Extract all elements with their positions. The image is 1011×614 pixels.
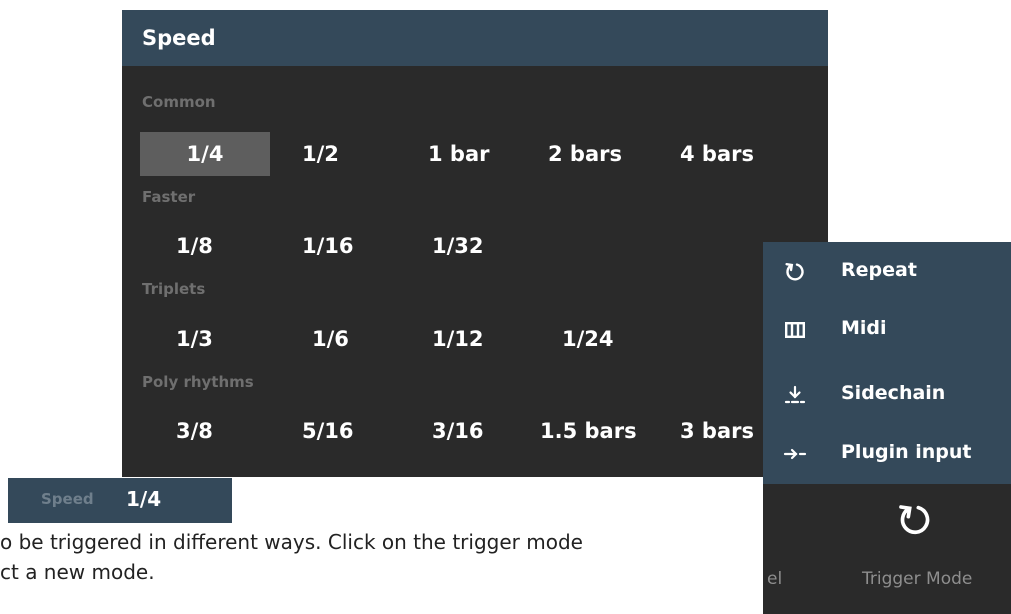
speed-option-1-12[interactable]: 1/12 [432, 319, 484, 359]
speed-option-1-24[interactable]: 1/24 [562, 319, 614, 359]
trigger-option-sidechain[interactable]: Sidechain [763, 365, 1011, 423]
speed-option-1-bar[interactable]: 1 bar [428, 134, 489, 174]
speed-option-3-8[interactable]: 3/8 [176, 411, 213, 451]
category-label-faster: Faster [142, 188, 196, 206]
trigger-mode-menu: Repeat Midi Sidechain Plugin input [763, 242, 1011, 484]
speed-option-3-16[interactable]: 3/16 [432, 411, 484, 451]
speed-panel-title: Speed [122, 10, 828, 66]
speed-control-label: Speed [41, 490, 94, 508]
trigger-option-label: Plugin input [841, 441, 972, 463]
instruction-line-2: ct a new mode. [0, 560, 155, 584]
speed-option-1-3[interactable]: 1/3 [176, 319, 213, 359]
piano-keys-icon [783, 318, 807, 342]
instruction-text: o be triggered in different ways. Click … [0, 527, 583, 587]
trigger-option-label: Midi [841, 317, 887, 339]
trigger-mode-label: Trigger Mode [862, 569, 973, 589]
speed-option-1-16[interactable]: 1/16 [302, 226, 354, 266]
speed-control[interactable]: Speed 1/4 [8, 478, 232, 523]
trigger-option-label: Repeat [841, 259, 917, 281]
category-label-triplets: Triplets [142, 280, 206, 298]
trigger-option-midi[interactable]: Midi [763, 300, 1011, 358]
sidechain-icon [783, 383, 807, 407]
category-label-poly-rhythms: Poly rhythms [142, 373, 254, 391]
trigger-mode-control[interactable]: el Trigger Mode [763, 484, 1011, 614]
speed-control-value: 1/4 [126, 487, 162, 511]
trigger-option-plugin-input[interactable]: Plugin input [763, 424, 1011, 482]
speed-option-4-bars[interactable]: 4 bars [680, 134, 754, 174]
speed-option-1-8[interactable]: 1/8 [176, 226, 213, 266]
speed-option-1-4[interactable]: 1/4 [140, 132, 270, 176]
category-label-common: Common [142, 93, 216, 111]
plugin-input-icon [783, 442, 807, 466]
trigger-option-repeat[interactable]: Repeat [763, 242, 1011, 300]
speed-option-1-6[interactable]: 1/6 [312, 319, 349, 359]
repeat-icon [895, 500, 935, 540]
speed-option-5-16[interactable]: 5/16 [302, 411, 354, 451]
speed-option-2-bars[interactable]: 2 bars [548, 134, 622, 174]
speed-option-1-2[interactable]: 1/2 [302, 134, 339, 174]
speed-option-1-32[interactable]: 1/32 [432, 226, 484, 266]
level-label-partial: el [767, 569, 783, 589]
speed-option-3-bars[interactable]: 3 bars [680, 411, 754, 451]
speed-dropdown-panel: Speed Common 1/4 1/2 1 bar 2 bars 4 bars… [122, 10, 828, 477]
repeat-icon [783, 260, 807, 284]
speed-option-1-5-bars[interactable]: 1.5 bars [540, 411, 637, 451]
instruction-line-1: o be triggered in different ways. Click … [0, 530, 583, 554]
trigger-option-label: Sidechain [841, 382, 946, 404]
